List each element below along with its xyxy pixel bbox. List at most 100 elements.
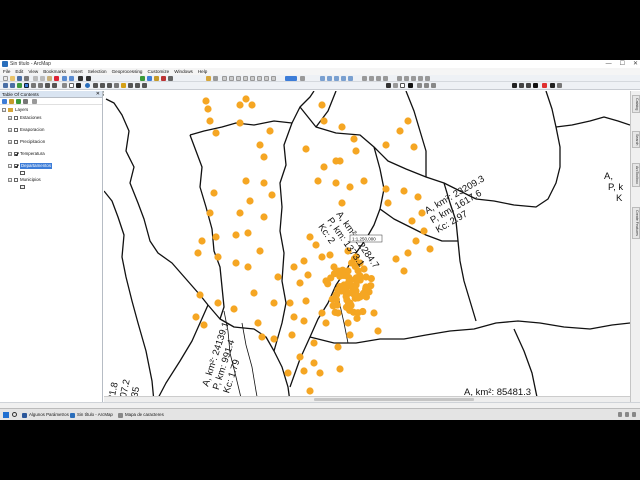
text-tool-icon[interactable]	[408, 83, 413, 88]
viewer-window-icon[interactable]	[142, 83, 147, 88]
effects-icon[interactable]	[300, 76, 305, 81]
menu-file[interactable]: File	[3, 68, 10, 75]
close-icon[interactable]: ✕	[96, 91, 100, 98]
select-features-icon[interactable]	[62, 83, 67, 88]
tray-icon[interactable]	[618, 412, 622, 417]
taskbar-item-document[interactable]: Algunos Parámetros ...	[22, 411, 74, 419]
fixed-zoom-out-icon[interactable]	[38, 83, 43, 88]
paste-icon[interactable]	[47, 76, 52, 81]
layer-visibility-checkbox[interactable]	[14, 140, 18, 144]
map-canvas[interactable]: A, km²: 23209.3 P, km: 1617.6 Kc: 2.97 A…	[104, 91, 630, 402]
editor-tool-icon[interactable]	[264, 76, 269, 81]
measure-icon[interactable]	[404, 76, 409, 81]
catalog-icon[interactable]	[154, 76, 159, 81]
expand-icon[interactable]: +	[8, 116, 12, 120]
italic-icon[interactable]	[519, 83, 524, 88]
snapping-icon[interactable]	[362, 76, 367, 81]
search-tab[interactable]: Search	[632, 131, 640, 149]
layer-icon[interactable]	[206, 76, 211, 81]
measure-icon[interactable]	[411, 76, 416, 81]
time-slider-icon[interactable]	[135, 83, 140, 88]
route-icon[interactable]	[100, 83, 105, 88]
copy-icon[interactable]	[40, 76, 45, 81]
arctoolbox-icon[interactable]	[161, 76, 166, 81]
expand-icon[interactable]: +	[8, 140, 12, 144]
fixed-zoom-in-icon[interactable]	[31, 83, 36, 88]
layer-visibility-checkbox[interactable]	[14, 178, 18, 182]
back-arrow-icon[interactable]	[45, 83, 50, 88]
minimize-button[interactable]: —	[606, 60, 612, 68]
snapping-icon[interactable]	[369, 76, 374, 81]
menu-geoprocessing[interactable]: Geoprocessing	[112, 68, 143, 75]
zoom-in-icon[interactable]	[3, 83, 8, 88]
collapse-icon[interactable]: −	[8, 178, 12, 182]
find-icon[interactable]	[93, 83, 98, 88]
toc-layer-municipios[interactable]: − Municipios	[8, 177, 41, 183]
menu-help[interactable]: Help	[198, 68, 207, 75]
collapse-icon[interactable]: −	[8, 164, 12, 168]
go-to-xy-icon[interactable]	[107, 83, 112, 88]
new-document-icon[interactable]	[3, 76, 8, 81]
toc-layer-evaporacion[interactable]: + Evaporacion	[8, 127, 44, 133]
menu-edit[interactable]: Edit	[15, 68, 23, 75]
taskbar-item-charmap[interactable]: Mapa de caracteres	[118, 411, 164, 419]
toc-layer-departamentos[interactable]: − Departamentos	[8, 163, 53, 169]
editor-tool-icon[interactable]	[257, 76, 262, 81]
select-elements-icon[interactable]	[76, 83, 81, 88]
menu-bookmarks[interactable]: Bookmarks	[43, 68, 66, 75]
expand-icon[interactable]: +	[8, 152, 12, 156]
georef-tool-icon[interactable]	[327, 76, 332, 81]
menu-view[interactable]: View	[28, 68, 38, 75]
clear-selection-icon[interactable]	[69, 83, 74, 88]
map-view[interactable]: A, km²: 23209.3 P, km: 1617.6 Kc: 2.97 A…	[104, 91, 630, 402]
swipe-layer-icon[interactable]	[285, 76, 297, 81]
editor-tool-icon[interactable]	[229, 76, 234, 81]
cut-icon[interactable]	[33, 76, 38, 81]
layer-visibility-checkbox[interactable]	[14, 116, 18, 120]
options-icon[interactable]	[32, 99, 37, 104]
menu-windows[interactable]: Windows	[174, 68, 193, 75]
list-by-visibility-icon[interactable]	[16, 99, 21, 104]
fill-color-icon[interactable]	[542, 83, 547, 88]
catalog-tab[interactable]: Catalog	[632, 95, 640, 114]
bold-icon[interactable]	[512, 83, 517, 88]
measure-icon[interactable]	[114, 83, 119, 88]
list-by-drawing-order-icon[interactable]	[2, 99, 7, 104]
expand-icon[interactable]: +	[8, 128, 12, 132]
hyperlink-icon[interactable]	[121, 83, 126, 88]
zoom-out-icon[interactable]	[10, 83, 15, 88]
layer-visibility-checkbox[interactable]	[14, 152, 18, 156]
menu-customize[interactable]: Customize	[148, 68, 170, 75]
search-icon[interactable]	[12, 412, 17, 417]
editor-tool-icon[interactable]	[243, 76, 248, 81]
line-color-icon[interactable]	[550, 83, 555, 88]
forward-arrow-icon[interactable]	[52, 83, 57, 88]
rectangle-icon[interactable]	[400, 83, 405, 88]
drawing-select-icon[interactable]	[386, 83, 391, 88]
snapping-icon[interactable]	[383, 76, 388, 81]
menu-insert[interactable]: Insert	[71, 68, 83, 75]
toc-layer-precipitacion[interactable]: + Precipitacion	[8, 139, 45, 145]
list-by-source-icon[interactable]	[9, 99, 14, 104]
maximize-button[interactable]: ☐	[620, 60, 625, 68]
delete-icon[interactable]	[54, 76, 59, 81]
editor-toolbar-icon[interactable]	[140, 76, 145, 81]
layer-tool-icon[interactable]	[213, 76, 218, 81]
save-icon[interactable]	[17, 76, 22, 81]
taskbar-item-arcmap[interactable]: Sin título - ArcMap	[70, 411, 113, 419]
drawing-tool-icon[interactable]	[424, 83, 429, 88]
measure-icon[interactable]	[397, 76, 402, 81]
tray-icon[interactable]	[632, 412, 636, 417]
georef-tool-icon[interactable]	[320, 76, 325, 81]
font-color-icon[interactable]	[533, 83, 538, 88]
undo-icon[interactable]	[62, 76, 67, 81]
rotate-icon[interactable]	[393, 83, 398, 88]
drawing-tool-icon[interactable]	[431, 83, 436, 88]
layer-visibility-checkbox[interactable]	[14, 164, 18, 168]
close-button[interactable]: ✕	[633, 60, 638, 68]
tray-icon[interactable]	[625, 412, 629, 417]
toc-layer-estaciones[interactable]: + Estaciones	[8, 115, 41, 121]
create-features-tab[interactable]: Create Features	[632, 207, 640, 239]
scrollbar-thumb[interactable]	[314, 398, 474, 401]
layer-label-selected[interactable]: Departamentos	[20, 163, 53, 169]
